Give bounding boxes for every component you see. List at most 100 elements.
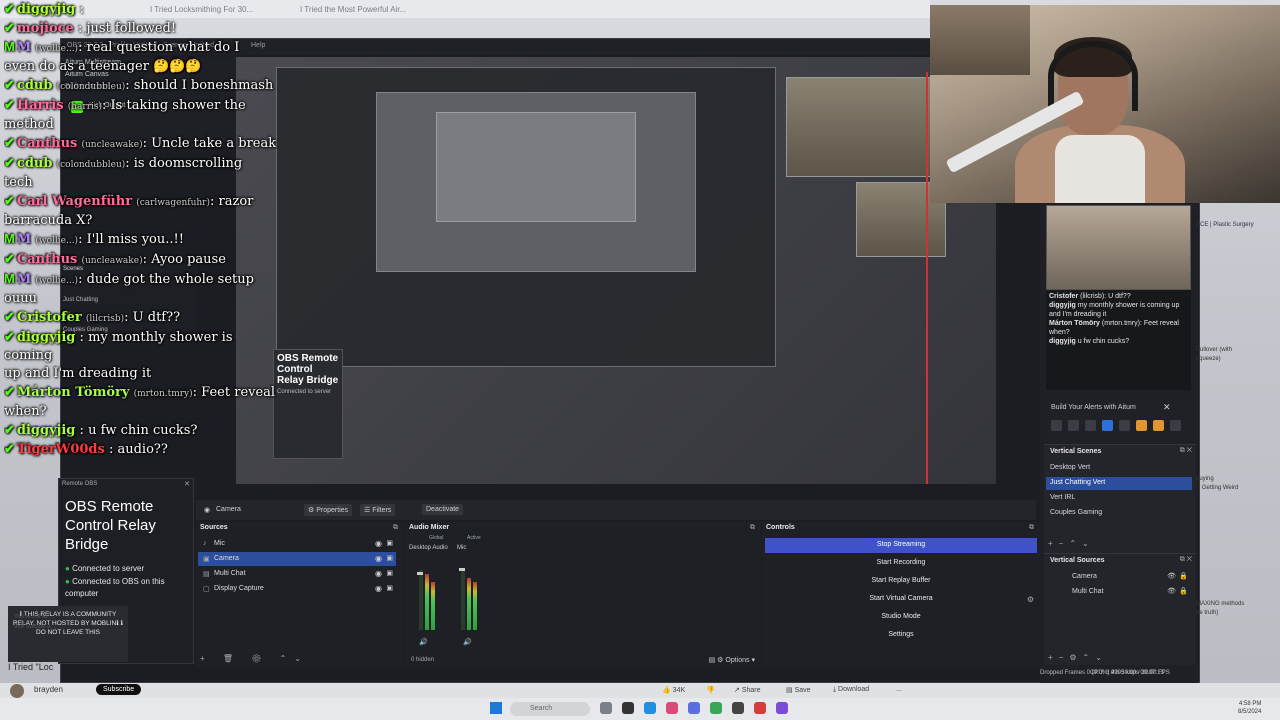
lock-icon[interactable]: 🔒 [1179, 572, 1188, 580]
source-row[interactable]: ♪ Mic ◉ ▣ [198, 537, 396, 551]
chat-text: (lilcrisb): U dtf?? [1080, 293, 1131, 300]
mixer-tab-global[interactable]: Global [429, 535, 443, 541]
mixer-tab-active[interactable]: Active [467, 535, 481, 541]
properties-button[interactable]: ⚙ Properties [304, 504, 353, 516]
chat-text: tech [4, 175, 33, 190]
speaker-icon[interactable]: 🔊 [463, 638, 472, 646]
source-row[interactable]: ▤ Multi Chat ◉ ▣ [198, 567, 396, 581]
browser-tab[interactable]: I Tried the Most Powerful Air... [300, 5, 406, 14]
lock-icon[interactable]: 🔒 [1179, 587, 1188, 595]
chrome-icon[interactable] [710, 702, 722, 714]
dock-controls-icon[interactable]: ⧉ ✕ [1180, 556, 1192, 564]
avatar[interactable] [10, 684, 24, 698]
subscribe-button[interactable]: Subscribe [96, 684, 142, 695]
vertical-source-item[interactable]: Camera 👁 🔒 [1046, 571, 1192, 584]
edge-icon[interactable] [644, 702, 656, 714]
gear-icon[interactable]: ⚙ [1027, 595, 1034, 604]
source-toolbar[interactable]: +−⚙⌃⌄ [1048, 653, 1108, 662]
alert-tool-icon[interactable] [1136, 420, 1147, 431]
scene-toolbar[interactable]: +−⌃⌄ [1048, 539, 1095, 548]
chat-username: M [16, 40, 32, 55]
dock-controls-icon[interactable]: ⧉ [1029, 524, 1034, 532]
alert-tool-icon[interactable] [1153, 420, 1164, 431]
eye-icon[interactable]: ◉ [375, 584, 382, 593]
chat-message: ✔ diggyjig : my monthly shower is coming [4, 329, 233, 363]
lock-icon[interactable]: ▣ [386, 584, 393, 592]
obs-preview[interactable]: OBS Remote Control Relay Bridge Connecte… [236, 57, 996, 484]
vertical-scene-item-selected[interactable]: Just Chatting Vert [1046, 477, 1192, 490]
preview-webcam [786, 77, 936, 177]
chat-text: u fw chin cucks? [88, 423, 198, 438]
start-replay-buffer-button[interactable]: Start Replay Buffer [765, 574, 1037, 589]
lock-icon[interactable]: ▣ [386, 569, 393, 577]
volume-fader[interactable] [417, 572, 423, 575]
alert-tool-icon[interactable] [1068, 420, 1079, 431]
settings-button[interactable]: Settings [765, 628, 1037, 643]
like-button[interactable]: 👍 34K [662, 686, 685, 694]
side-video-title[interactable]: Pullover (with [1196, 347, 1232, 353]
lock-icon[interactable]: ▣ [386, 554, 393, 562]
chat-name: Márton Tömöry [1049, 320, 1100, 327]
share-button[interactable]: ↗ Share [734, 686, 761, 694]
vertical-source-item[interactable]: Multi Chat 👁 🔒 [1046, 586, 1192, 599]
speaker-icon[interactable]: 🔊 [419, 638, 428, 646]
chat-message: MM (wollie...): I'll miss you..!! [4, 231, 184, 247]
alert-tool-icon[interactable] [1085, 420, 1096, 431]
windows-start-icon[interactable] [490, 702, 502, 714]
mic-icon: ♪ [203, 540, 207, 547]
lock-icon[interactable]: ▣ [386, 539, 393, 547]
vertical-scene-item[interactable]: Couples Gaming [1046, 507, 1192, 520]
chat-username: TigerW00ds [16, 442, 105, 457]
download-button[interactable]: ⤓ Download [833, 686, 869, 694]
dock-controls-icon[interactable]: ⧉ [393, 524, 398, 532]
audio-mixer-panel: Audio Mixer ⧉ Global Active Desktop Audi… [405, 522, 761, 667]
eye-icon[interactable]: 👁 [1167, 572, 1176, 580]
taskbar-app-icon[interactable] [688, 702, 700, 714]
taskbar-app-icon[interactable] [622, 702, 634, 714]
channel-name[interactable]: brayden [34, 685, 63, 694]
alert-tool-icon[interactable] [1119, 420, 1130, 431]
eye-icon[interactable]: ◉ [375, 539, 382, 548]
alert-tool-icon[interactable] [1102, 420, 1113, 431]
chat-message: ✔ Canthus (uncleawake): Uncle take a brea… [4, 135, 277, 151]
vertical-scene-item[interactable]: Desktop Vert [1046, 462, 1192, 475]
source-row-selected[interactable]: ▣ Camera ◉ ▣ [198, 552, 396, 566]
more-button[interactable]: ... [896, 686, 902, 693]
taskbar-search[interactable]: Search [510, 702, 590, 716]
taskbar-app-icon[interactable] [666, 702, 678, 714]
side-video-title[interactable]: ACE | Plastic Surgery [1196, 222, 1254, 228]
share-label: Share [741, 687, 761, 694]
alert-tool-icon[interactable] [1051, 420, 1062, 431]
dislike-icon[interactable]: 👎 [706, 686, 715, 694]
relay-status-obs: ● Connected to OBS on this computer [65, 576, 189, 600]
studio-mode-button[interactable]: Studio Mode [765, 610, 1037, 625]
start-recording-button[interactable]: Start Recording [765, 556, 1037, 571]
eye-icon[interactable]: 👁 [1167, 587, 1176, 595]
chat-text: Is taking shower the [110, 98, 246, 113]
sources-toolbar[interactable]: + 🗑 ⚙ ⌃⌄ [200, 654, 309, 663]
dock-controls-icon[interactable]: ⧉ ✕ [1180, 447, 1192, 455]
alert-tool-icon[interactable] [1170, 420, 1181, 431]
taskbar-app-icon[interactable] [754, 702, 766, 714]
save-button[interactable]: ▤ Save [786, 686, 811, 694]
side-video-title[interactable]: MAXING methods [1196, 601, 1244, 607]
eye-icon[interactable]: ◉ [375, 569, 382, 578]
taskbar-app-icon[interactable] [776, 702, 788, 714]
mixer-options-button[interactable]: ▤ ⚙ Options ▾ [709, 656, 755, 664]
side-video-title[interactable]: squeeze) [1196, 356, 1221, 362]
start-virtual-camera-button[interactable]: Start Virtual Camera [765, 592, 1037, 607]
filters-button[interactable]: ☰ Filters [360, 504, 396, 516]
stop-streaming-button[interactable]: Stop Streaming [765, 538, 1037, 553]
source-row[interactable]: ▢ Display Capture ◉ ▣ [198, 582, 396, 596]
taskbar-app-icon[interactable] [600, 702, 612, 714]
dock-controls-icon[interactable]: ⧉ [750, 524, 755, 532]
obs-icon[interactable] [732, 702, 744, 714]
close-icon[interactable]: ✕ [1163, 402, 1171, 413]
side-video-title[interactable]: 's Getting Weird [1196, 485, 1238, 491]
deactivate-button[interactable]: Deactivate [422, 504, 464, 515]
vertical-scene-item[interactable]: Vert IRL [1046, 492, 1192, 505]
eye-icon[interactable]: ◉ [375, 554, 382, 563]
side-video-title[interactable]: buying [1196, 476, 1214, 482]
side-video-title[interactable]: be truth) [1196, 610, 1218, 616]
volume-fader[interactable] [459, 568, 465, 571]
